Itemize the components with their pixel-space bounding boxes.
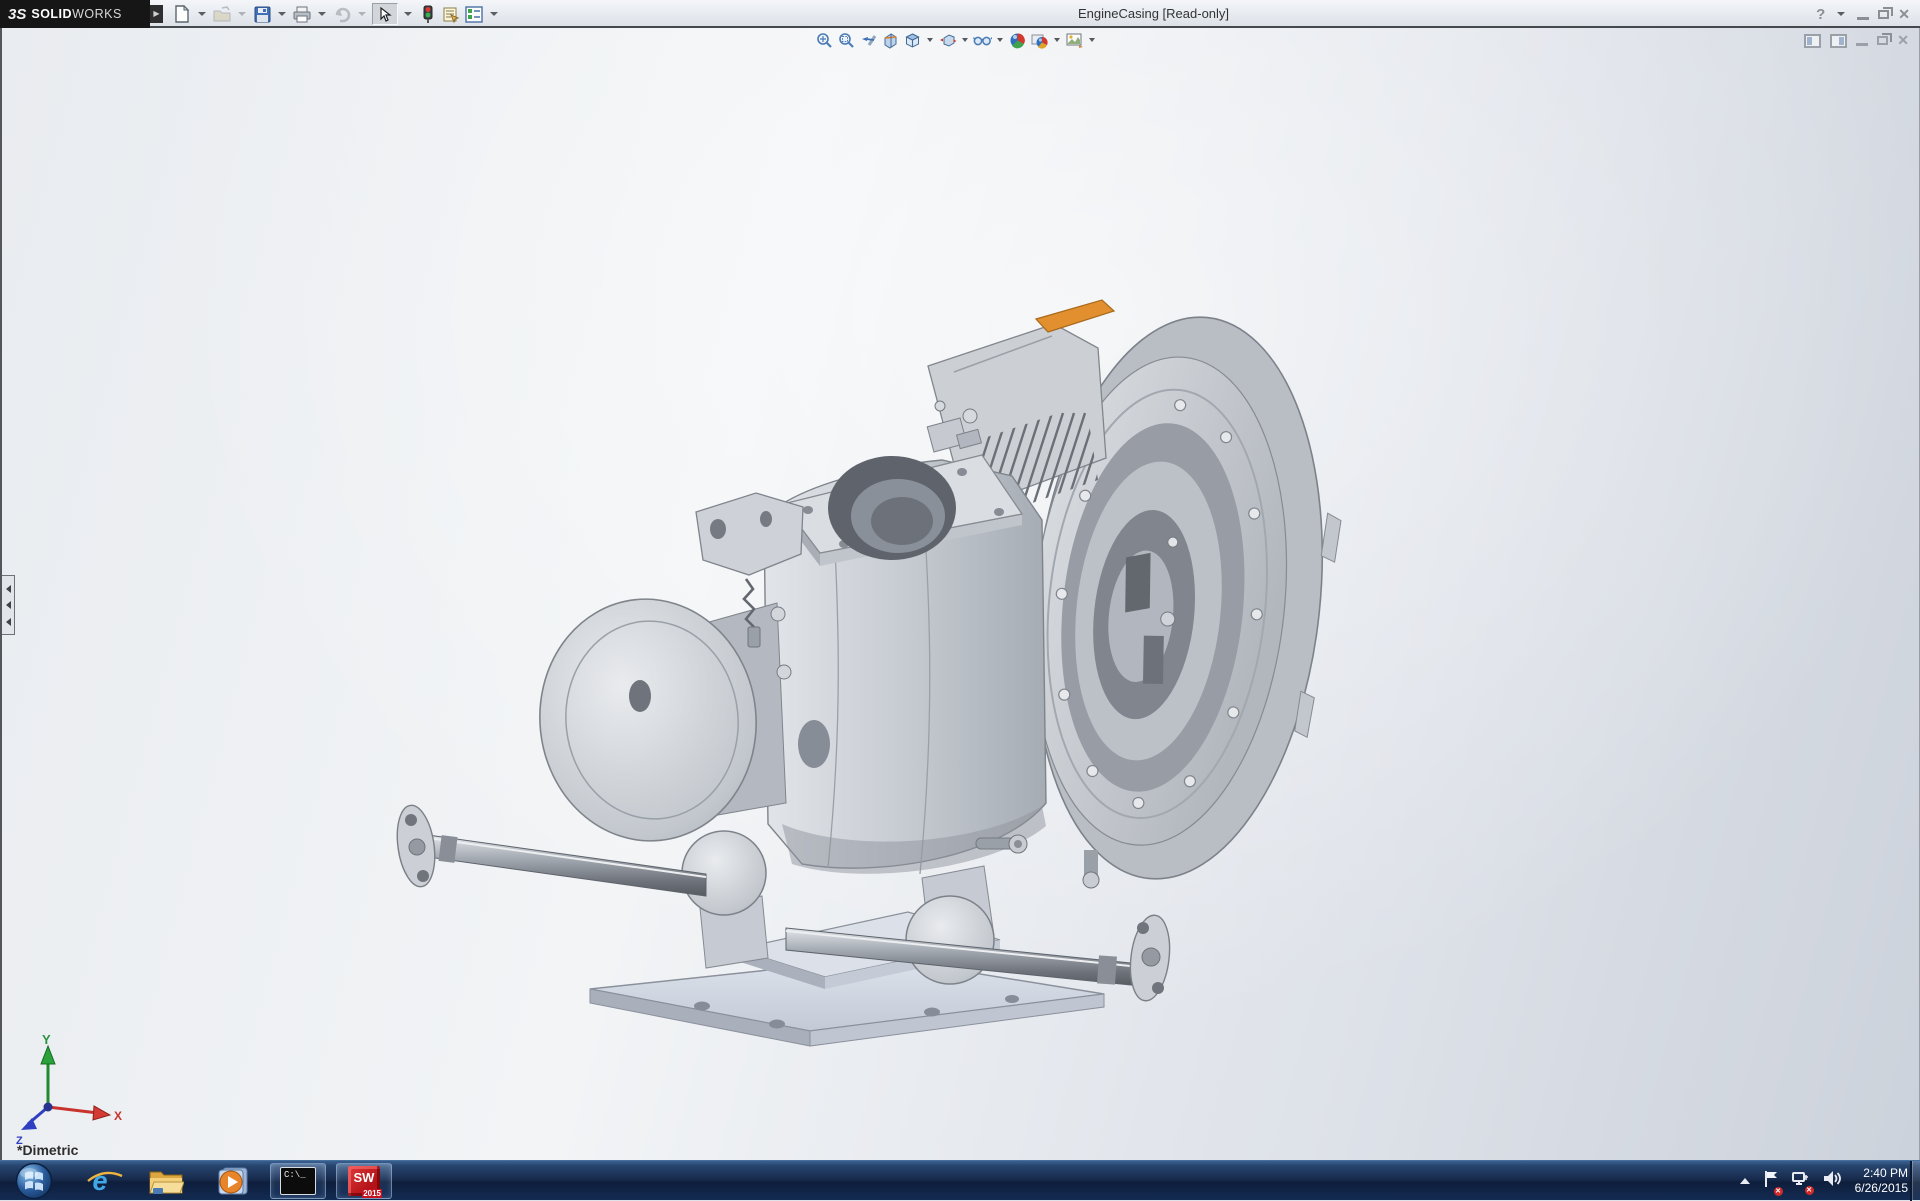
select-dropdown-icon[interactable] bbox=[404, 12, 412, 16]
app-window-controls: ? ✕ bbox=[1816, 0, 1910, 28]
start-button[interactable] bbox=[6, 1163, 62, 1199]
clock-time: 2:40 PM bbox=[1855, 1166, 1908, 1181]
title-bar: 3S SOLID WORKS ▶ EngineC bbox=[0, 0, 1920, 28]
main-toolbar bbox=[172, 4, 501, 24]
undo-icon[interactable] bbox=[332, 4, 352, 24]
clock-date: 6/26/2015 bbox=[1855, 1181, 1908, 1196]
volume-icon[interactable] bbox=[1823, 1170, 1842, 1192]
save-icon[interactable] bbox=[252, 4, 272, 24]
action-center-flag-icon[interactable]: ✕ bbox=[1763, 1170, 1779, 1193]
taskbar-solidworks[interactable]: SW 2015 bbox=[336, 1163, 392, 1199]
undo-dropdown-icon[interactable] bbox=[358, 12, 366, 16]
cmd-icon: C:\_ bbox=[280, 1167, 316, 1195]
show-desktop-button[interactable] bbox=[1910, 1161, 1920, 1201]
open-dropdown-icon[interactable] bbox=[238, 12, 246, 16]
help-dropdown-icon[interactable] bbox=[1837, 12, 1845, 16]
help-icon[interactable]: ? bbox=[1816, 6, 1825, 23]
graphics-viewport[interactable]: ✕ bbox=[0, 28, 1920, 1160]
taskbar-clock[interactable]: 2:40 PM 6/26/2015 bbox=[1855, 1166, 1908, 1196]
app-minimize-button[interactable] bbox=[1857, 17, 1869, 20]
solidworks-logo: 3S SOLID WORKS bbox=[0, 0, 150, 28]
app-restore-button[interactable] bbox=[1878, 10, 1889, 19]
taskbar-file-explorer[interactable] bbox=[138, 1163, 194, 1199]
network-status-icon[interactable]: ✕ bbox=[1792, 1171, 1810, 1192]
view-orientation-label: *Dimetric bbox=[17, 1142, 78, 1158]
folder-icon bbox=[148, 1166, 184, 1196]
show-hidden-icons-button[interactable] bbox=[1740, 1178, 1750, 1184]
media-player-icon bbox=[215, 1165, 249, 1197]
logo-solid-text: SOLID bbox=[31, 7, 72, 21]
selected-face[interactable] bbox=[1036, 300, 1114, 332]
system-tray: ✕ ✕ 2:40 PM 6/26/2015 bbox=[1740, 1161, 1908, 1201]
engine-casing-model[interactable] bbox=[2, 28, 1920, 1160]
model-side-cover[interactable] bbox=[528, 588, 786, 851]
print-icon[interactable] bbox=[292, 4, 312, 24]
print-dropdown-icon[interactable] bbox=[318, 12, 326, 16]
logo-works-text: WORKS bbox=[72, 7, 122, 21]
reference-triad: Y X Z bbox=[8, 1030, 138, 1155]
taskbar-command-prompt[interactable]: C:\_ bbox=[270, 1163, 326, 1199]
menu-expand-arrow-icon[interactable]: ▶ bbox=[150, 5, 163, 23]
3ds-logo-mark: 3S bbox=[8, 6, 26, 23]
triad-y-label: Y bbox=[42, 1032, 51, 1047]
options-dropdown-icon[interactable] bbox=[490, 12, 498, 16]
taskbar-media-player[interactable] bbox=[204, 1163, 260, 1199]
windows-taskbar: e C:\_ SW 2015 bbox=[0, 1160, 1920, 1200]
solidworks-icon: SW 2015 bbox=[348, 1166, 380, 1196]
rebuild-traffic-light-icon[interactable] bbox=[418, 4, 438, 24]
file-properties-icon[interactable] bbox=[441, 4, 461, 24]
save-dropdown-icon[interactable] bbox=[278, 12, 286, 16]
taskbar-internet-explorer[interactable]: e bbox=[72, 1163, 128, 1199]
new-dropdown-icon[interactable] bbox=[198, 12, 206, 16]
app-close-button[interactable]: ✕ bbox=[1898, 6, 1910, 23]
new-document-icon[interactable] bbox=[172, 4, 192, 24]
sw-year-badge: 2015 bbox=[362, 1189, 382, 1198]
open-icon[interactable] bbox=[212, 4, 232, 24]
options-checklist-icon[interactable] bbox=[464, 4, 484, 24]
triad-x-label: X bbox=[114, 1109, 122, 1123]
window-title: EngineCasing [Read-only] bbox=[1078, 0, 1229, 28]
select-tool-button[interactable] bbox=[372, 3, 398, 25]
